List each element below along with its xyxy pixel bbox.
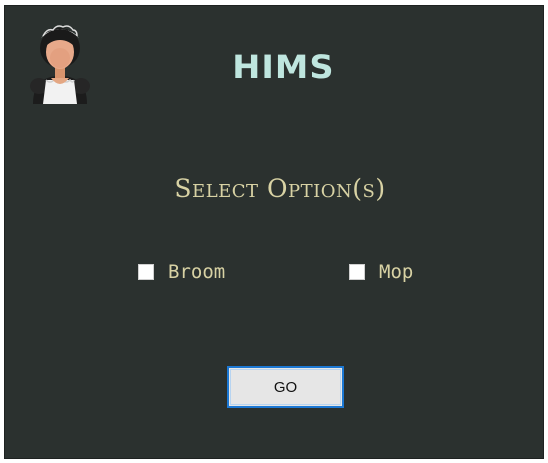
option-broom[interactable]: Broom [138,261,225,283]
go-button[interactable]: GO [227,366,344,408]
app-window: HIMS Select Option(s) Broom Mop GO [4,5,544,459]
mop-label[interactable]: Mop [379,261,413,283]
select-options-heading: Select Option(s) [174,174,386,203]
option-mop[interactable]: Mop [349,261,413,283]
mop-checkbox[interactable] [349,264,365,280]
broom-checkbox[interactable] [138,264,154,280]
app-title: HIMS [232,48,335,86]
broom-label[interactable]: Broom [168,261,225,283]
